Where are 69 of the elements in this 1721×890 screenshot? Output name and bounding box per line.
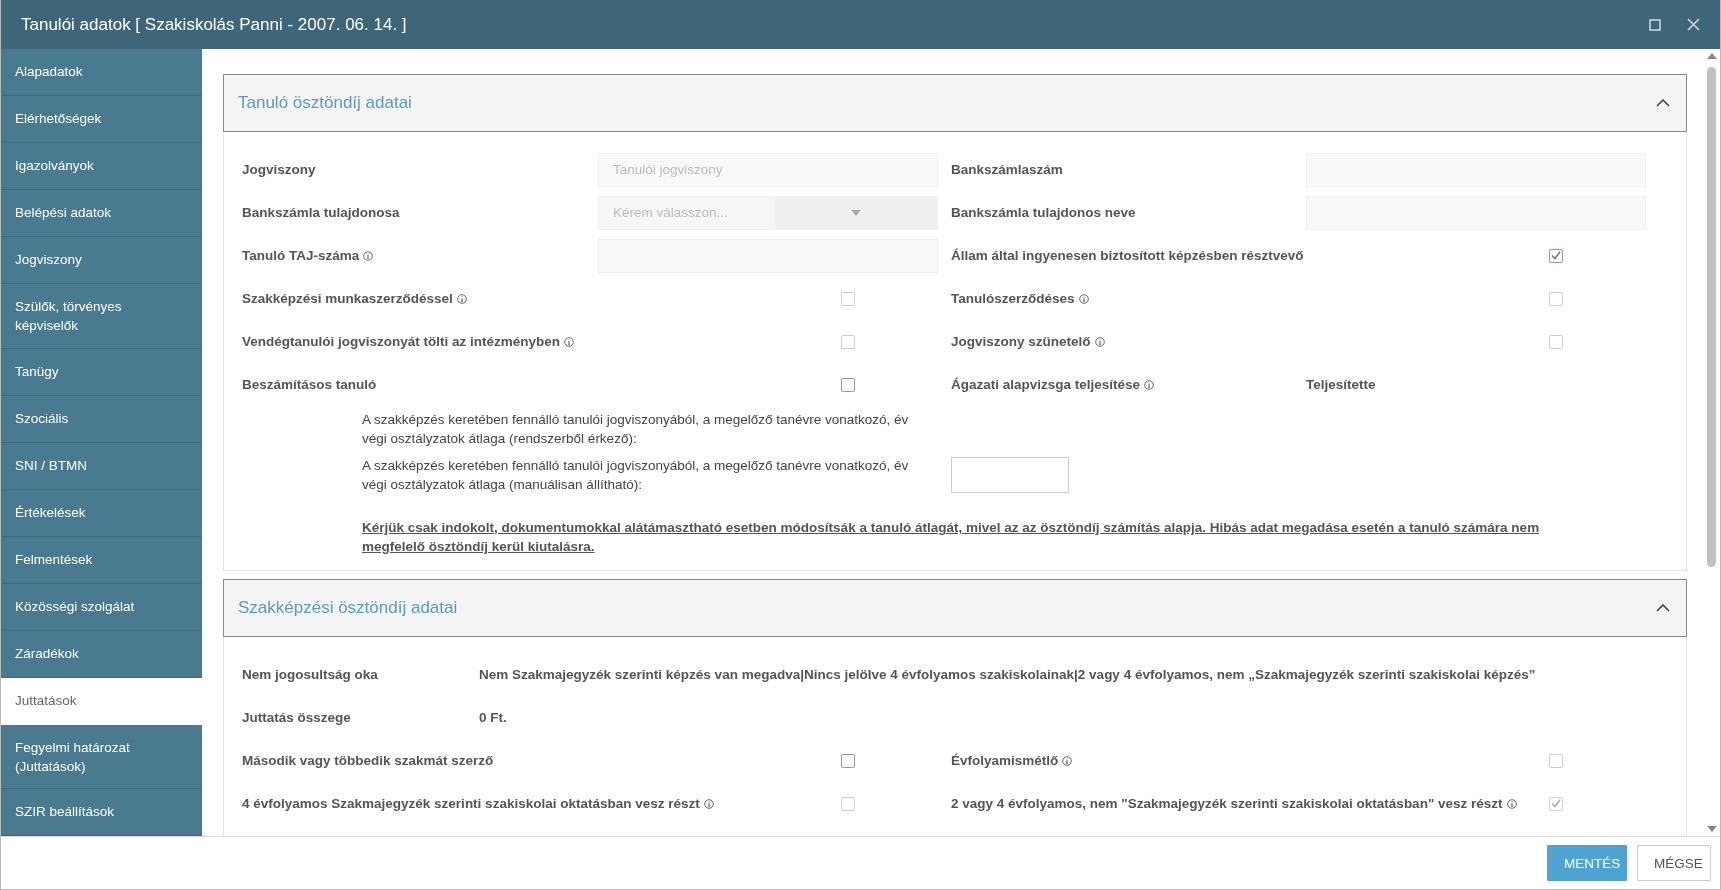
info-icon: [703, 798, 714, 809]
scroll-down-icon[interactable]: [1706, 826, 1717, 832]
maximize-icon[interactable]: [1649, 18, 1661, 31]
info-icon: [363, 250, 374, 261]
field-label: Juttatás összege: [242, 710, 352, 725]
check-icon: [1551, 251, 1561, 260]
average-label: A szakképzés keretében fennálló tanulói jogviszonyából, a megelőző tanévre vonatkozó, év végi osztályzatok átlaga (manuálisan állítható):: [362, 457, 910, 494]
field-label: Bankszámla tulajdonos neve: [951, 205, 1136, 220]
field-label: Bankszámlaszám: [951, 162, 1063, 177]
sidebar-item[interactable]: Alapadatok: [1, 49, 202, 96]
field-label: Jogviszony: [242, 162, 316, 177]
field-label: Bankszámla tulajdonosa: [242, 205, 400, 220]
scrollbar-thumb[interactable]: [1707, 67, 1716, 567]
sidebar-item[interactable]: Szülők, törvényes képviselők: [1, 284, 202, 349]
field-value: 0 Ft.: [479, 710, 508, 725]
sidebar-item[interactable]: SNI / BTMN: [1, 442, 202, 490]
check-icon: [1551, 799, 1561, 808]
field-label: Beszámításos tanuló: [242, 377, 377, 392]
field-label: Ágazati alapvizsga teljesítése: [951, 377, 1141, 392]
section-header[interactable]: Szakképzési ösztöndíj adatai: [223, 579, 1687, 637]
chevron-icon[interactable]: [1656, 604, 1670, 612]
sidebar-item[interactable]: Szociális: [1, 395, 202, 443]
info-icon: [564, 336, 575, 347]
sidebar-item[interactable]: Igazolványok: [1, 143, 202, 190]
field-label: Tanulószerződéses: [951, 291, 1075, 306]
field-label: Állam által ingyenesen biztosított képzésben résztvevő: [951, 248, 1304, 263]
field-label: Nem jogosultság oka: [242, 667, 379, 682]
average-label: A szakképzés keretében fennálló tanulói jogviszonyából, a megelőző tanévre vonatkozó, év végi osztályzatok átlaga (rendszerből érkező):: [362, 411, 910, 448]
field-value: Nem Szakmajegyzék szerinti képzés van megadva|Nincs jelölve 4 évfolyamos szakiskolainak|2 vagy 4 évfolyamos, nem „Szakmajegyzék szerinti szakiskolai képzés”: [479, 667, 1537, 682]
sidebar-item[interactable]: Záradékok: [1, 630, 202, 678]
field-label: Szakképzési munkaszerződéssel: [242, 291, 453, 306]
field-label: Jogviszony szünetelő: [951, 334, 1091, 349]
sidebar-item[interactable]: Elérhetőségek: [1, 96, 202, 143]
checkbox[interactable]: [841, 377, 855, 392]
field-label: Vendégtanulói jogviszonyát tölti az intézményben: [242, 334, 561, 349]
sidebar-item[interactable]: Jogviszony: [1, 237, 202, 284]
field-label: Évfolyamismétlő: [951, 753, 1059, 768]
sidebar-item[interactable]: Értékelések: [1, 489, 202, 537]
input-field[interactable]: [951, 457, 1069, 493]
scroll-up-icon[interactable]: [1706, 53, 1717, 59]
info-icon: [1062, 755, 1073, 766]
section-header[interactable]: Tanuló ösztöndíj adatai: [223, 74, 1687, 132]
checkbox[interactable]: [841, 753, 855, 768]
warning-text: Kérjük csak indokolt, dokumentumokkal alátámasztható esetben módosítsák a tanuló átlagát, mivel az az ösztöndíj számítás alapja. Hibás adat megadása esetén a tanuló számára nem megfelelő ösztöndíj kerül kiutalásra.: [361, 519, 1541, 556]
checkbox[interactable]: [1549, 248, 1563, 263]
sidebar-item[interactable]: SZIR beállítások: [1, 789, 202, 836]
field-label: 4 évfolyamos Szakmajegyzék szerinti szakiskolai oktatásban vesz részt: [242, 796, 700, 811]
field-label: Második vagy többedik szakmát szerző: [242, 753, 494, 768]
field-label: 2 vagy 4 évfolyamos, nem "Szakmajegyzék szerinti szakiskolai oktatásban" vesz részt: [951, 796, 1503, 811]
section-title: Szakképzési ösztöndíj adatai: [238, 598, 459, 618]
info-icon: [1506, 798, 1517, 809]
info-icon: [1144, 379, 1155, 390]
chevron-icon[interactable]: [1656, 99, 1670, 107]
sidebar-item[interactable]: Tanügy: [1, 348, 202, 396]
section-title: Tanuló ösztöndíj adatai: [238, 93, 413, 113]
sidebar-item[interactable]: Belépési adatok: [1, 190, 202, 237]
field-value: Teljesítette: [1306, 377, 1376, 392]
save-button[interactable]: MENTÉS: [1547, 845, 1627, 881]
info-icon: [456, 293, 467, 304]
info-icon: [1078, 293, 1089, 304]
sidebar-item[interactable]: Felmentések: [1, 536, 202, 584]
field-label: Tanuló TAJ-száma: [242, 248, 360, 263]
info-icon: [1094, 336, 1105, 347]
window-title: Tanulói adatok [ Szakiskolás Panni - 2007. 06. 14. ]: [21, 14, 408, 35]
close-icon[interactable]: [1687, 18, 1700, 31]
caret-icon: [851, 209, 861, 216]
sidebar-item[interactable]: Fegyelmi határozat (Juttatások): [1, 724, 202, 789]
sidebar-item[interactable]: Közösségi szolgálat: [1, 583, 202, 631]
cancel-button[interactable]: MÉGSE: [1637, 845, 1711, 881]
